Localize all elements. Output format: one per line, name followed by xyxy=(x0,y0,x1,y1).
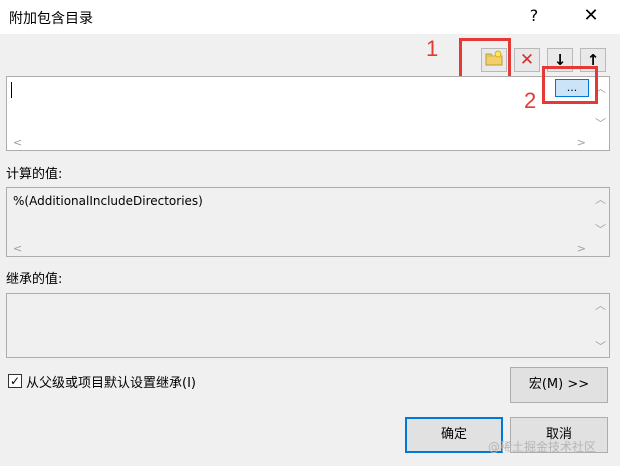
computed-value-box: %(AdditionalIncludeDirectories) ︿ ﹀ < > xyxy=(6,187,610,257)
scroll-right-icon[interactable]: > xyxy=(577,242,586,255)
inherit-checkbox[interactable]: ✓ xyxy=(8,374,22,388)
directory-entry-row[interactable] xyxy=(8,78,591,130)
computed-vertical-scrollbar[interactable]: ︿ ﹀ xyxy=(592,188,609,240)
scroll-left-icon[interactable]: < xyxy=(13,136,22,149)
inherit-checkbox-label[interactable]: 从父级或项目默认设置继承(I) xyxy=(26,372,196,391)
delete-line-button[interactable]: ✕ xyxy=(514,48,540,72)
computed-value-text: %(AdditionalIncludeDirectories) xyxy=(13,194,203,208)
scroll-up-icon[interactable]: ︿ xyxy=(595,191,606,207)
inherited-value-label: 继承的值: xyxy=(6,272,63,287)
dialog-title: 附加包含目录 xyxy=(9,11,93,27)
annotation-box-2 xyxy=(542,66,598,104)
folder-plus-icon xyxy=(485,50,503,70)
macros-button[interactable]: 宏(M) >> xyxy=(510,367,608,403)
help-button[interactable]: ? xyxy=(522,4,546,28)
scroll-down-icon[interactable]: ﹀ xyxy=(595,221,606,237)
inherited-value-box: ︿ ﹀ xyxy=(6,293,610,358)
computed-value-label: 计算的值: xyxy=(6,167,63,182)
dialog-titlebar: 附加包含目录 ? ✕ xyxy=(0,0,620,34)
watermark: @稀土掘金技术社区 xyxy=(488,440,597,454)
scroll-down-icon[interactable]: ﹀ xyxy=(595,338,606,354)
checkmark-icon: ✓ xyxy=(9,374,21,388)
inherited-vertical-scrollbar[interactable]: ︿ ﹀ xyxy=(592,294,609,357)
new-line-button[interactable] xyxy=(481,48,507,72)
scroll-left-icon[interactable]: < xyxy=(13,242,22,255)
text-caret xyxy=(11,82,12,98)
directory-list-editor[interactable]: ... ︿ ﹀ < > xyxy=(6,76,610,151)
close-button[interactable]: ✕ xyxy=(576,4,606,28)
annotation-number-1: 1 xyxy=(426,36,439,61)
computed-horizontal-scrollbar[interactable]: < > xyxy=(7,240,592,256)
delete-icon: ✕ xyxy=(519,50,535,70)
scroll-up-icon[interactable]: ︿ xyxy=(595,297,606,313)
annotation-number-2: 2 xyxy=(524,88,537,113)
scroll-down-icon[interactable]: ﹀ xyxy=(595,115,606,131)
directory-list-horizontal-scrollbar[interactable]: < > xyxy=(7,134,592,150)
scroll-right-icon[interactable]: > xyxy=(577,136,586,149)
